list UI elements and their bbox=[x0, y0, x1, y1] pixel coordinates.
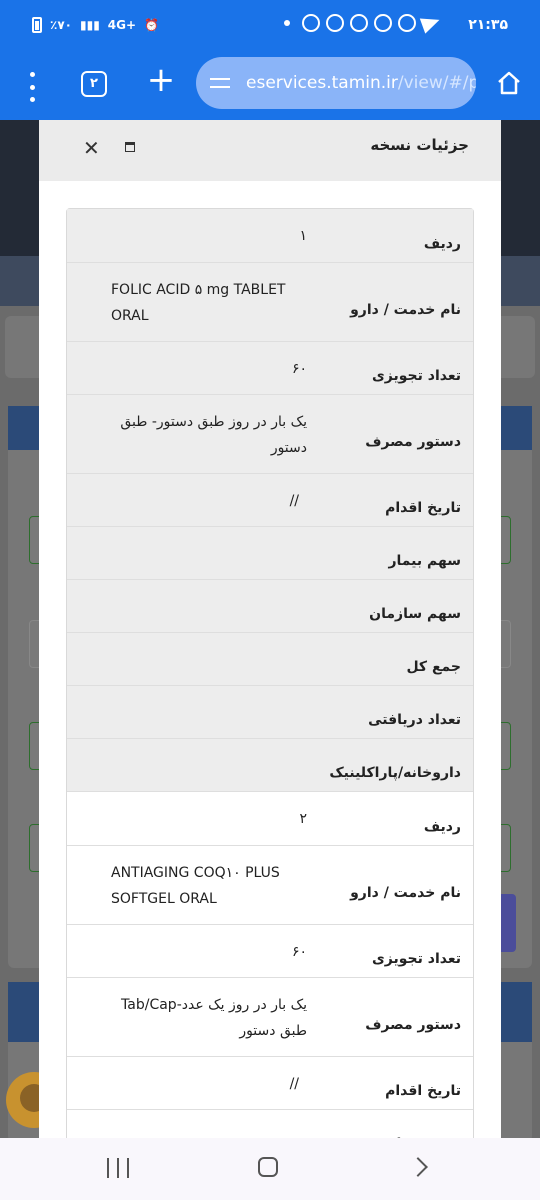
detail-label: جمع کل bbox=[406, 659, 461, 675]
detail-label: سهم سازمان bbox=[369, 606, 461, 622]
detail-row: دستور مصرف یک بار در روز یک عدد-Tab/Cap ط… bbox=[67, 978, 473, 1057]
alarm-icon: ⏰ bbox=[144, 18, 160, 32]
notification-app-icon bbox=[350, 14, 368, 32]
detail-row: تعداد تجویزی ۶۰ bbox=[67, 925, 473, 978]
recents-icon[interactable] bbox=[107, 1158, 129, 1178]
detail-row: سهم سازمان bbox=[67, 580, 473, 633]
detail-value: ۱ bbox=[299, 228, 307, 244]
browser-toolbar: ۲ + eservices.tamin.ir /view/#/pat bbox=[0, 54, 540, 120]
modal-title: جزئیات نسخه bbox=[370, 136, 469, 154]
detail-row: ردیف ۲ bbox=[67, 792, 473, 846]
detail-row: نام خدمت / دارو FOLIC ACID ۵ mg TABLET OR… bbox=[67, 263, 473, 342]
system-navbar bbox=[0, 1138, 540, 1200]
notification-app-icon bbox=[398, 14, 416, 32]
notification-icons bbox=[284, 12, 443, 34]
notification-app-icon bbox=[302, 14, 320, 32]
notification-app-icon bbox=[326, 14, 344, 32]
detail-label: نام خدمت / دارو bbox=[350, 885, 461, 901]
detail-row: تاریخ اقدام // bbox=[67, 1057, 473, 1110]
back-icon[interactable] bbox=[408, 1157, 428, 1177]
detail-value bbox=[67, 686, 307, 738]
detail-label: داروخانه/پاراکلینیک bbox=[329, 765, 461, 781]
detail-label: تاریخ اقدام bbox=[385, 500, 461, 516]
detail-value: FOLIC ACID ۵ mg TABLET ORAL bbox=[111, 282, 286, 324]
detail-value bbox=[67, 633, 307, 685]
detail-row: تعداد تجویزی ۶۰ bbox=[67, 342, 473, 395]
tabs-button[interactable]: ۲ bbox=[81, 71, 107, 97]
detail-row: دستور مصرف یک بار در روز طبق دستور- طبق د… bbox=[67, 395, 473, 474]
battery-icon bbox=[32, 17, 42, 33]
detail-value: یک بار در روز طبق دستور- طبق دستور bbox=[120, 414, 307, 456]
detail-value: یک بار در روز یک عدد-Tab/Cap طبق دستور bbox=[121, 997, 307, 1039]
detail-row: تاریخ اقدام // bbox=[67, 474, 473, 527]
detail-row: تعداد دریافتی bbox=[67, 686, 473, 739]
tune-icon[interactable] bbox=[210, 75, 232, 91]
status-left: ٪۷۰ ▮▮▮ 4G+ ⏰ bbox=[32, 17, 159, 33]
detail-label: دستور مصرف bbox=[365, 434, 461, 450]
details-table: ردیف ۱ نام خدمت / دارو FOLIC ACID ۵ mg TABL… bbox=[66, 208, 474, 1138]
detail-value bbox=[67, 1110, 307, 1138]
detail-label: تاریخ اقدام bbox=[385, 1083, 461, 1099]
detail-label: نام خدمت / دارو bbox=[350, 302, 461, 318]
network-type: 4G+ bbox=[107, 18, 137, 32]
notification-dot-icon bbox=[284, 20, 290, 26]
detail-label: سهم بیمار bbox=[388, 553, 461, 569]
detail-value bbox=[67, 527, 307, 579]
detail-value: // bbox=[289, 493, 299, 509]
detail-row: داروخانه/پاراکلینیک bbox=[67, 739, 473, 792]
detail-label: ردیف bbox=[423, 235, 461, 252]
home-icon[interactable] bbox=[496, 70, 522, 96]
detail-label: تعداد تجویزی bbox=[371, 951, 461, 967]
detail-label: سهم بیمار bbox=[307, 1110, 473, 1138]
maximize-icon[interactable] bbox=[125, 142, 135, 152]
close-icon[interactable]: ✕ bbox=[83, 136, 100, 160]
detail-row: نام خدمت / دارو ANTIAGING COQ۱۰ PLUS SOFT… bbox=[67, 846, 473, 925]
url-path: /view/#/pat bbox=[397, 73, 476, 93]
detail-row: ردیف ۱ bbox=[67, 209, 473, 263]
detail-row: جمع کل bbox=[67, 633, 473, 686]
detail-value bbox=[67, 580, 307, 632]
detail-label: تعداد تجویزی bbox=[371, 368, 461, 384]
battery-level: ٪۷۰ bbox=[50, 18, 72, 32]
home-nav-icon[interactable] bbox=[258, 1157, 278, 1177]
detail-value: ANTIAGING COQ۱۰ PLUS SOFTGEL ORAL bbox=[111, 865, 280, 907]
detail-value: ۲ bbox=[299, 811, 307, 827]
url-host: eservices.tamin.ir bbox=[246, 73, 398, 93]
new-tab-button[interactable]: + bbox=[146, 63, 176, 97]
detail-row: سهم بیمار bbox=[67, 1110, 473, 1138]
detail-value: ۶۰ bbox=[291, 361, 307, 377]
detail-label: تعداد دریافتی bbox=[368, 712, 461, 728]
signal-icon: ▮▮▮ bbox=[79, 18, 100, 32]
clock: ۲۱:۳۵ bbox=[468, 17, 508, 33]
detail-value: ۶۰ bbox=[291, 944, 307, 960]
telegram-icon bbox=[419, 12, 443, 34]
prescription-details-modal: ✕ جزئیات نسخه ردیف ۱ نام خدمت / دارو FOLIC … bbox=[39, 120, 501, 1138]
modal-header: ✕ جزئیات نسخه bbox=[39, 120, 501, 181]
notification-app-icon bbox=[374, 14, 392, 32]
detail-label: دستور مصرف bbox=[365, 1017, 461, 1033]
menu-dots-icon[interactable] bbox=[22, 72, 42, 102]
detail-value bbox=[67, 739, 307, 791]
status-bar: ٪۷۰ ▮▮▮ 4G+ ⏰ ۲۱:۳۵ bbox=[0, 0, 540, 54]
address-bar[interactable]: eservices.tamin.ir /view/#/pat bbox=[196, 57, 476, 109]
detail-row: سهم بیمار bbox=[67, 527, 473, 580]
detail-label: ردیف bbox=[423, 818, 461, 835]
detail-value: // bbox=[289, 1076, 299, 1092]
